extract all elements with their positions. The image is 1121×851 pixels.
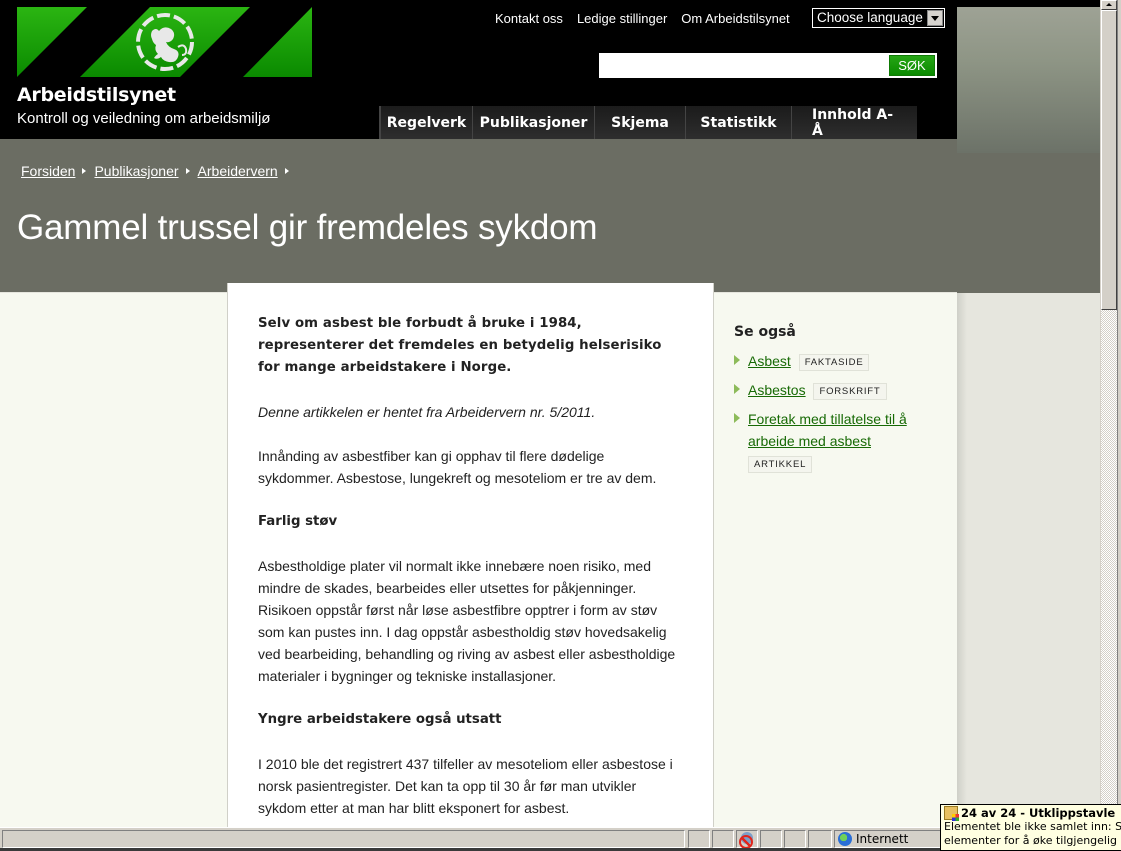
site-name[interactable]: Arbeidstilsynet [17,84,176,106]
clipboard-icon [944,806,959,821]
language-select-value: Choose language [817,10,923,25]
title-band-side [957,153,1100,293]
status-panel-privacy[interactable] [736,830,758,849]
site-header: Arbeidstilsynet Kontroll og veiledning o… [0,0,957,139]
search-button[interactable]: SØK [889,55,935,76]
balloon-message-line: Elementet ble ikke samlet inn: Slett [944,820,1121,833]
bullet-arrow-icon [734,413,740,423]
vertical-scrollbar[interactable] [1100,0,1117,827]
article-paragraph: I 2010 ble det registrert 437 tilfeller … [258,756,673,816]
top-link-jobs[interactable]: Ledige stillinger [577,11,667,26]
article-body: Selv om asbest ble forbudt å bruke i 198… [227,283,714,827]
top-link-about[interactable]: Om Arbeidstilsynet [681,11,789,26]
site-tagline: Kontroll og veiledning om arbeidsmiljø [17,110,271,127]
nav-item-skjema[interactable]: Skjema [594,106,685,139]
header-side-gradient [957,0,1100,153]
breadcrumb-item[interactable]: Arbeidervern [198,163,278,179]
content-type-tag: FAKTASIDE [798,354,870,371]
search-button-frame: SØK [887,53,937,78]
status-text-panel [2,830,685,848]
scroll-up-arrow-icon[interactable] [1101,0,1117,10]
clipboard-notification-balloon[interactable]: 24 av 24 - Utklippstavle Elementet ble i… [940,804,1121,851]
status-panel [784,830,806,848]
see-also-item: Asbest FAKTASIDE [734,350,944,372]
article-lead: Selv om asbest ble forbudt å bruke i 198… [258,316,662,375]
language-select[interactable]: Choose language [812,8,945,28]
breadcrumb: Forsiden Publikasjoner Arbeidervern [21,163,297,179]
see-also-link[interactable]: Asbestos [748,382,806,398]
bullet-arrow-icon [734,384,740,394]
chevron-down-icon[interactable] [927,10,943,26]
article-source-note: Denne artikkelen er hentet fra Arbeiderv… [258,404,596,420]
balloon-message: Elementet ble ikke samlet inn: Slett ele… [944,820,1121,848]
security-zone-panel[interactable]: Internett [834,830,944,848]
article-paragraph: Asbestholdige plater vil normalt ikke in… [258,558,676,684]
main-nav: Regelverk Publikasjoner Skjema Statistik… [379,106,917,139]
window-border [1117,0,1121,851]
nav-item-innhold[interactable]: Innhold A-Å [791,106,917,139]
logo-emblem[interactable] [80,7,250,77]
see-also-title: Se også [734,324,796,340]
balloon-title-row: 24 av 24 - Utklippstavle [944,806,1121,821]
logo-stripe-right [243,7,312,77]
status-panel [808,830,832,848]
logo-stripe-left [17,7,87,77]
blocked-gear-icon [739,831,755,849]
nav-item-regelverk[interactable]: Regelverk [379,106,472,139]
see-also-item: Foretak med tillatelse til å arbeide med… [734,408,944,474]
balloon-message-line: elementer for å øke tilgjengelig plass. [944,834,1121,847]
article-subheading: Yngre arbeidstakere også utsatt [258,712,502,727]
status-panel [688,830,710,848]
search-input[interactable] [599,53,887,78]
bullet-arrow-icon [734,355,740,365]
scrollbar-thumb[interactable] [1101,10,1117,310]
top-link-contact[interactable]: Kontakt oss [495,11,563,26]
breadcrumb-item[interactable]: Publikasjoner [94,163,178,179]
right-margin [957,293,1100,827]
globe-icon [838,832,852,846]
security-zone-label: Internett [856,832,909,846]
see-also-panel: Se også Asbest FAKTASIDE Asbestos FORSKR… [734,324,944,481]
chevron-right-icon [284,168,289,174]
status-panel [760,830,782,848]
title-band: Forsiden Publikasjoner Arbeidervern Gamm… [0,139,957,292]
top-links: Kontakt oss Ledige stillinger Om Arbeids… [495,11,790,26]
see-also-link[interactable]: Foretak med tillatelse til å arbeide med… [748,411,907,449]
article-subheading: Farlig støv [258,514,338,529]
browser-viewport: Arbeidstilsynet Kontroll og veiledning o… [0,0,1100,827]
see-also-link[interactable]: Asbest [748,353,791,369]
page-title: Gammel trussel gir fremdeles sykdom [17,208,598,247]
chevron-right-icon [185,168,190,174]
balloon-title: 24 av 24 - Utklippstavle [961,806,1116,820]
nav-item-publikasjoner[interactable]: Publikasjoner [472,106,594,139]
breadcrumb-item[interactable]: Forsiden [21,163,75,179]
status-panel [712,830,734,848]
nav-item-statistikk[interactable]: Statistikk [685,106,791,139]
article-paragraph: Innånding av asbestfiber kan gi opphav t… [258,448,657,486]
content-type-tag: FORSKRIFT [813,383,887,400]
see-also-item: Asbestos FORSKRIFT [734,379,944,401]
chevron-right-icon [82,168,87,174]
content-type-tag: ARTIKKEL [748,456,813,473]
